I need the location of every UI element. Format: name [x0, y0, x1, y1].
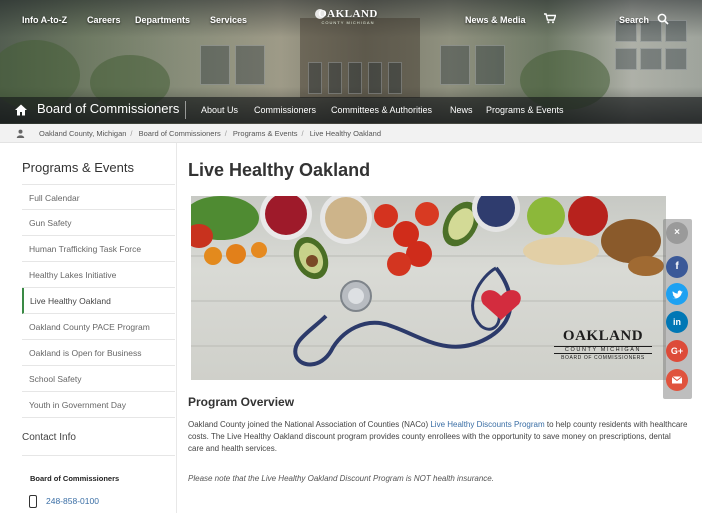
building-window: [348, 62, 362, 94]
twitter-icon: [672, 290, 683, 299]
banner-logo-sub2: BOARD OF COMMISSIONERS: [561, 355, 645, 361]
program-overview-heading: Program Overview: [188, 395, 295, 409]
breadcrumb: Oakland County, Michigan / Board of Commi…: [0, 124, 702, 143]
page-title: Live Healthy Oakland: [188, 160, 371, 180]
nav-careers[interactable]: Careers: [87, 15, 121, 25]
nav-search[interactable]: Search: [619, 15, 649, 25]
building-window: [328, 62, 342, 94]
nav-services[interactable]: Services: [210, 15, 247, 25]
user-icon: [16, 129, 25, 138]
oakland-logo[interactable]: OAKLAND COUNTY MICHIGAN: [312, 8, 384, 30]
sidebar-item-pace-program[interactable]: Oakland County PACE Program: [22, 314, 175, 340]
subnav-programs-events[interactable]: Programs & Events: [486, 105, 564, 115]
sidebar-item-live-healthy-oakland[interactable]: Live Healthy Oakland: [22, 288, 175, 314]
board-bar: Board of Commissioners About Us Commissi…: [0, 97, 702, 123]
contact-info-heading: Contact Info: [22, 432, 175, 456]
breadcrumb-link[interactable]: Board of Commissioners: [139, 129, 221, 138]
live-healthy-discounts-link[interactable]: Live Healthy Discounts Program: [430, 420, 544, 429]
program-overview-paragraph: Oakland County joined the National Assoc…: [188, 419, 688, 455]
sidebar: Programs & Events Full Calendar Gun Safe…: [22, 152, 175, 418]
twitter-share-button[interactable]: [666, 283, 688, 305]
sidebar-item-full-calendar[interactable]: Full Calendar: [22, 184, 175, 210]
nav-departments[interactable]: Departments: [135, 15, 190, 25]
sidebar-item-gun-safety[interactable]: Gun Safety: [22, 210, 175, 236]
subnav-commissioners[interactable]: Commissioners: [254, 105, 316, 115]
facebook-icon: f: [675, 261, 679, 272]
email-icon: [671, 376, 683, 384]
google-plus-share-button[interactable]: G+: [666, 340, 688, 362]
building-window: [308, 62, 322, 94]
building-window: [640, 48, 662, 70]
building-window: [200, 45, 230, 85]
sidebar-item-human-trafficking[interactable]: Human Trafficking Task Force: [22, 236, 175, 262]
sidebar-item-youth-government[interactable]: Youth in Government Day: [22, 392, 175, 418]
close-share-button[interactable]: ×: [666, 222, 688, 244]
nav-info-a-to-z[interactable]: Info A-to-Z: [22, 15, 67, 25]
building-window: [388, 62, 402, 94]
insurance-note: Please note that the Live Healthy Oaklan…: [188, 474, 494, 483]
divider: [185, 101, 186, 119]
paragraph-text: Oakland County joined the National Assoc…: [188, 420, 431, 429]
building-window: [440, 45, 470, 85]
linkedin-share-button[interactable]: in: [666, 311, 688, 333]
sidebar-item-healthy-lakes[interactable]: Healthy Lakes Initiative: [22, 262, 175, 288]
subnav-about-us[interactable]: About Us: [201, 105, 238, 115]
contact-info-label: Contact Info: [22, 432, 76, 443]
tree-logo-icon: [315, 9, 325, 19]
home-icon[interactable]: [14, 103, 28, 117]
subnav-committees[interactable]: Committees & Authorities: [331, 105, 432, 115]
facebook-share-button[interactable]: f: [666, 256, 688, 278]
google-plus-icon: G+: [670, 346, 684, 356]
column-divider: [176, 143, 177, 513]
board-title[interactable]: Board of Commissioners: [37, 101, 179, 116]
linkedin-icon: in: [673, 317, 681, 327]
banner-logo-sub: COUNTY MICHIGAN: [554, 346, 652, 354]
top-nav: Info A-to-Z Careers Departments Services…: [0, 0, 702, 40]
building-window: [475, 45, 505, 85]
sidebar-item-school-safety[interactable]: School Safety: [22, 366, 175, 392]
building-window: [368, 62, 382, 94]
close-icon: ×: [674, 227, 680, 238]
cart-icon[interactable]: [544, 13, 557, 27]
building-window: [665, 48, 687, 70]
contact-board-label: Board of Commissioners: [30, 474, 120, 483]
subnav-news[interactable]: News: [450, 105, 473, 115]
sidebar-item-open-for-business[interactable]: Oakland is Open for Business: [22, 340, 175, 366]
breadcrumb-link[interactable]: Oakland County, Michigan: [39, 129, 126, 138]
phone-icon: [29, 495, 37, 508]
email-share-button[interactable]: [666, 369, 688, 391]
breadcrumb-link[interactable]: Programs & Events: [233, 129, 298, 138]
building-window: [235, 45, 265, 85]
sidebar-title: Programs & Events: [22, 160, 134, 175]
banner-logo: OAKLAND COUNTY MICHIGAN BOARD OF COMMISS…: [548, 328, 658, 361]
phone-link[interactable]: 248-858-0100: [46, 496, 99, 506]
search-icon[interactable]: [657, 13, 669, 28]
nav-news-media[interactable]: News & Media: [465, 15, 526, 25]
logo-subtext: COUNTY MICHIGAN: [321, 20, 375, 25]
banner-logo-main: OAKLAND: [562, 328, 644, 344]
building-window: [615, 48, 637, 70]
social-share-bar: × f in G+: [663, 219, 692, 399]
breadcrumb-current: Live Healthy Oakland: [309, 129, 382, 138]
